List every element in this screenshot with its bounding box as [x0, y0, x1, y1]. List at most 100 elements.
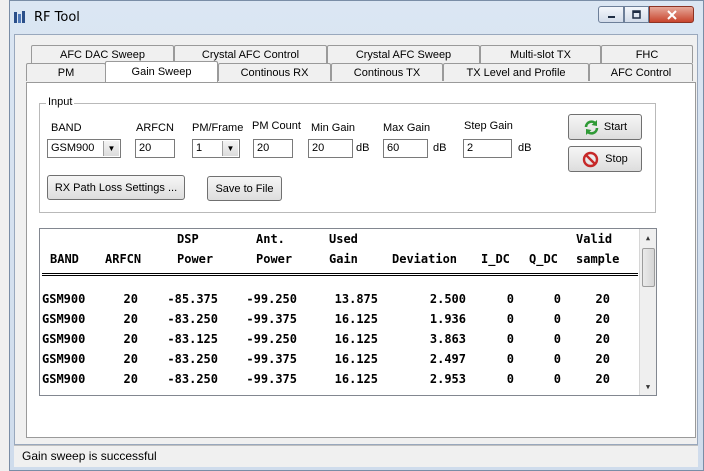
table-row: GSM900 20 -83.250 -99.375 16.125 2.497 0 0 20 [40, 352, 640, 372]
cell-ant-power: -99.375 [246, 352, 297, 366]
min-gain-input[interactable]: 20 [308, 139, 353, 158]
cell-i-dc: 0 [506, 332, 514, 346]
stop-icon [582, 151, 599, 167]
pm-frame-select[interactable]: 1 ▼ [192, 139, 240, 158]
rf-tool-window: RF Tool AFC DAC Sweep Crystal AFC Contro… [9, 0, 704, 471]
maximize-button[interactable] [624, 6, 649, 23]
start-button[interactable]: Start [568, 114, 642, 140]
tab-pm[interactable]: PM [26, 63, 106, 81]
cell-q-dc: 0 [553, 312, 561, 326]
cell-arfcn: 20 [123, 332, 138, 346]
cell-arfcn: 20 [123, 352, 138, 366]
cell-arfcn: 20 [123, 372, 138, 386]
cell-used-gain: 16.125 [334, 352, 378, 366]
header-valid: Valid [576, 232, 613, 246]
results-scrollbar[interactable]: ▲ ▼ [639, 229, 656, 395]
cell-valid-sample: 20 [595, 292, 610, 306]
cell-q-dc: 0 [553, 292, 561, 306]
chevron-down-icon[interactable]: ▼ [103, 141, 119, 156]
cell-q-dc: 0 [553, 372, 561, 386]
tab-continous-tx[interactable]: Continous TX [331, 63, 443, 81]
start-label: Start [603, 121, 628, 133]
header-arfcn: ARFCN [105, 252, 142, 266]
cell-valid-sample: 20 [595, 312, 610, 326]
header-i-dc: I_DC [481, 252, 510, 266]
app-icon [14, 11, 25, 23]
header-row-top: DSP Ant. Used Valid [40, 232, 640, 252]
cell-dsp-power: -83.125 [167, 332, 218, 346]
header-used-gain: Gain [329, 252, 358, 266]
input-group-label: Input [46, 96, 75, 108]
tab-afc-control[interactable]: AFC Control [589, 63, 693, 81]
tab-continous-rx[interactable]: Continous RX [218, 63, 331, 81]
max-gain-label: Max Gain [383, 122, 431, 134]
close-button[interactable] [649, 6, 694, 23]
header-dsp: DSP [177, 232, 199, 246]
pm-count-input[interactable]: 20 [253, 139, 293, 158]
step-gain-input[interactable]: 2 [463, 139, 512, 158]
min-gain-unit: dB [356, 142, 370, 154]
cell-i-dc: 0 [506, 312, 514, 326]
chevron-down-icon[interactable]: ▼ [222, 141, 238, 156]
cell-deviation: 2.500 [429, 292, 466, 306]
cell-i-dc: 0 [506, 352, 514, 366]
max-gain-input[interactable]: 60 [383, 139, 428, 158]
tab-multi-slot-tx[interactable]: Multi-slot TX [480, 45, 601, 63]
cell-arfcn: 20 [123, 312, 138, 326]
scroll-down-icon[interactable]: ▼ [640, 378, 656, 395]
header-used: Used [329, 232, 358, 246]
minimize-button[interactable] [598, 6, 624, 23]
header-deviation: Deviation [392, 252, 458, 266]
rx-path-loss-settings-button[interactable]: RX Path Loss Settings ... [47, 175, 185, 200]
status-bar: Gain sweep is successful [14, 445, 698, 467]
cell-q-dc: 0 [553, 332, 561, 346]
cell-arfcn: 20 [123, 292, 138, 306]
arfcn-label: ARFCN [136, 122, 174, 134]
title-bar[interactable]: RF Tool [10, 1, 703, 34]
cell-ant-power: -99.250 [246, 292, 297, 306]
table-row: GSM900 20 -83.125 -99.250 16.125 3.863 0 0 20 [40, 332, 640, 352]
scroll-up-icon[interactable]: ▲ [640, 229, 656, 246]
pm-frame-value: 1 [196, 142, 203, 154]
header-ant-power: Power [256, 252, 293, 266]
results-output[interactable]: DSP Ant. Used Valid BAND ARFCN Power Pow… [39, 228, 657, 396]
gain-sweep-panel: Input BAND GSM900 ▼ ARFCN 20 PM/Frame 1 … [26, 82, 696, 438]
tab-crystal-afc-sweep[interactable]: Crystal AFC Sweep [327, 45, 480, 63]
cell-used-gain: 13.875 [334, 292, 378, 306]
cell-used-gain: 16.125 [334, 312, 378, 326]
max-gain-unit: dB [433, 142, 447, 154]
cell-dsp-power: -83.250 [167, 372, 218, 386]
maximize-icon [632, 10, 641, 19]
scroll-thumb[interactable] [642, 248, 655, 287]
refresh-icon [584, 119, 599, 135]
cell-used-gain: 16.125 [334, 332, 378, 346]
cell-dsp-power: -83.250 [167, 352, 218, 366]
cell-band: GSM900 [42, 372, 86, 386]
table-row: GSM900 20 -83.250 -99.375 16.125 1.936 0 0 20 [40, 312, 640, 332]
client-area: AFC DAC Sweep Crystal AFC Control Crysta… [14, 34, 698, 445]
pm-frame-label: PM/Frame [192, 122, 244, 134]
header-valid-sample: sample [576, 252, 620, 266]
min-gain-label: Min Gain [311, 122, 356, 134]
tab-tx-level-and-profile[interactable]: TX Level and Profile [443, 63, 589, 81]
step-gain-label: Step Gain [464, 120, 513, 132]
tab-fhc[interactable]: FHC [601, 45, 693, 63]
tab-gain-sweep[interactable]: Gain Sweep [105, 61, 218, 82]
cell-q-dc: 0 [553, 352, 561, 366]
cell-ant-power: -99.375 [246, 372, 297, 386]
cell-deviation: 3.863 [429, 332, 466, 346]
save-to-file-button[interactable]: Save to File [207, 176, 282, 201]
stop-label: Stop [605, 153, 628, 165]
cell-band: GSM900 [42, 312, 86, 326]
header-q-dc: Q_DC [529, 252, 558, 266]
input-groupbox: Input BAND GSM900 ▼ ARFCN 20 PM/Frame 1 … [39, 96, 656, 213]
cell-ant-power: -99.375 [246, 312, 297, 326]
close-icon [666, 9, 677, 20]
band-select[interactable]: GSM900 ▼ [47, 139, 121, 158]
cell-valid-sample: 20 [595, 352, 610, 366]
arfcn-input[interactable]: 20 [135, 139, 175, 158]
cell-valid-sample: 20 [595, 332, 610, 346]
header-band: BAND [50, 252, 79, 266]
stop-button[interactable]: Stop [568, 146, 642, 172]
cell-deviation: 2.953 [429, 372, 466, 386]
